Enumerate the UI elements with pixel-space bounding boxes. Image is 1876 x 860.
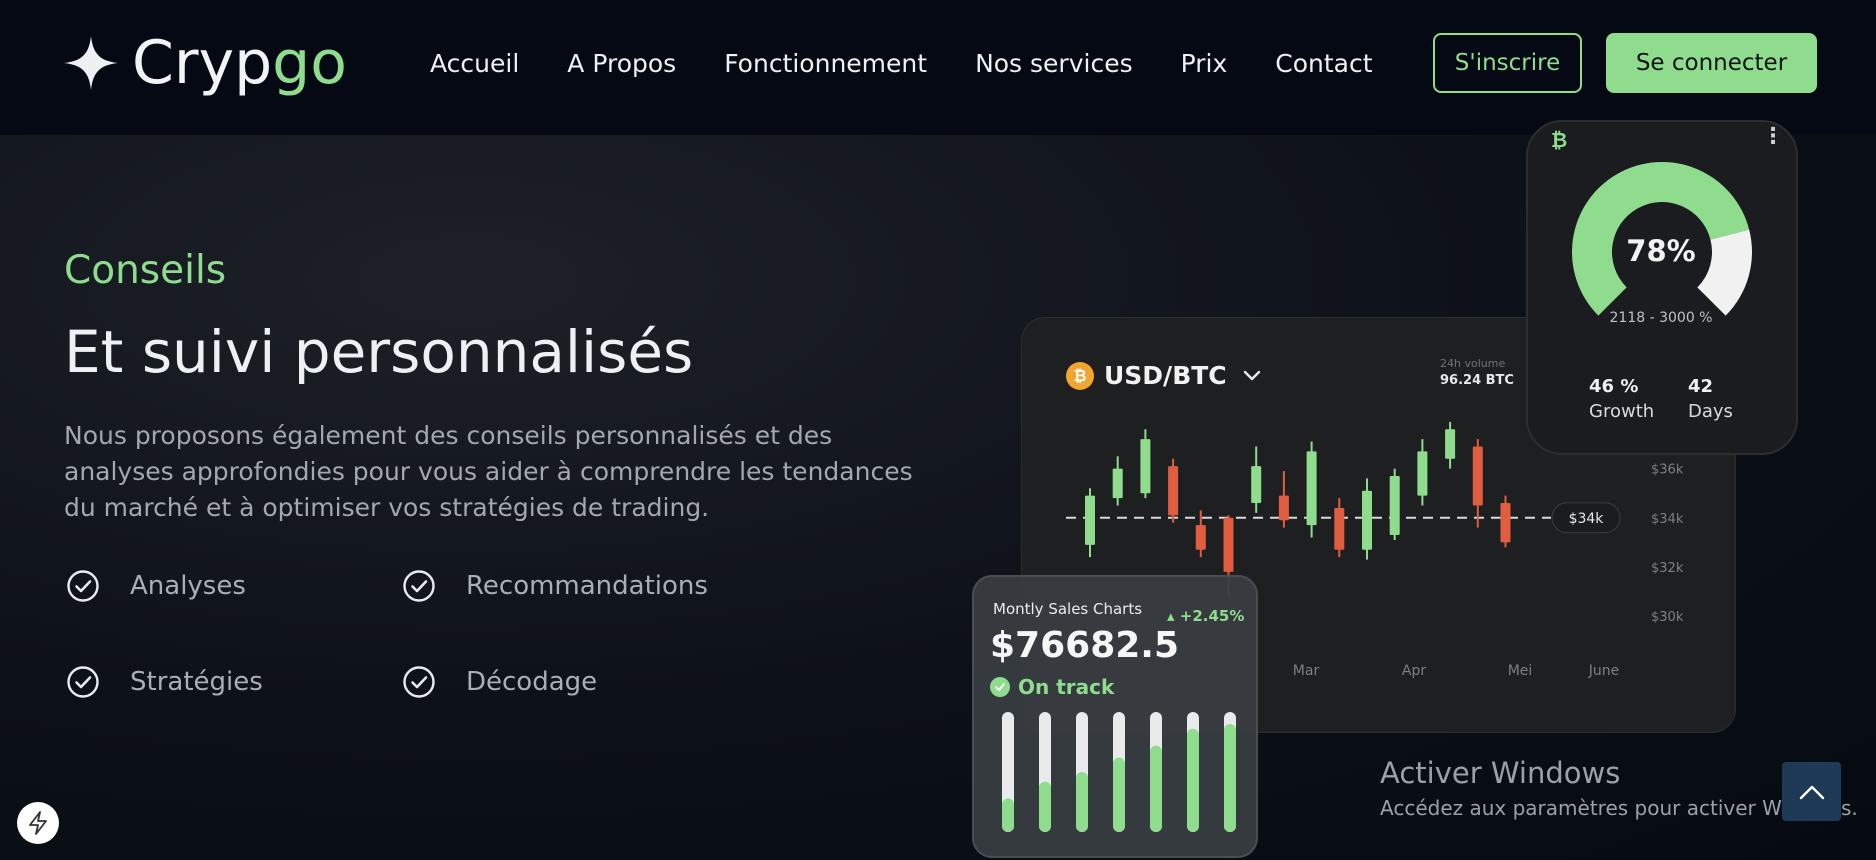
- nav-item-accueil[interactable]: Accueil: [430, 49, 519, 78]
- nav-item-fonctionnement[interactable]: Fonctionnement: [724, 49, 927, 78]
- pair-selector[interactable]: ₿ USD/BTC: [1066, 361, 1261, 390]
- feature-item: Analyses: [66, 569, 246, 603]
- feature-label: Analyses: [130, 571, 246, 601]
- volume-value: 96.24 BTC: [1440, 373, 1514, 388]
- growth-value: 46 %: [1589, 376, 1639, 397]
- candle-body: [1278, 495, 1289, 521]
- chevron-up-icon: [1799, 785, 1824, 799]
- sparkle-icon: [64, 36, 118, 90]
- feature-item: Recommandations: [402, 569, 708, 603]
- candle-body: [1251, 466, 1262, 504]
- candle-body: [1140, 439, 1151, 494]
- windows-activation-title: Activer Windows: [1380, 756, 1621, 790]
- chevron-down-icon: [1243, 370, 1260, 380]
- check-circle-icon: [403, 666, 435, 698]
- section-title: Et suivi personnalisés: [64, 318, 694, 386]
- candle-body: [1085, 495, 1095, 545]
- y-tick-label: $30k: [1651, 610, 1684, 625]
- x-tick-label: Apr: [1402, 663, 1426, 679]
- y-tick-label: $32k: [1651, 561, 1684, 576]
- brand-name-part2: go: [272, 28, 347, 98]
- candle-body: [1417, 451, 1428, 496]
- candle-body: [1168, 466, 1179, 516]
- days-label: Days: [1688, 401, 1733, 422]
- candle-body: [1195, 525, 1206, 550]
- check-circle-icon: [67, 570, 99, 602]
- nav-item-contact[interactable]: Contact: [1275, 49, 1372, 78]
- candle-body: [1334, 507, 1345, 550]
- sales-status-label: On track: [1018, 675, 1115, 699]
- section-eyebrow: Conseils: [64, 248, 227, 293]
- check-circle-icon: [67, 666, 99, 698]
- lightning-icon: [29, 811, 47, 835]
- candle-body: [1389, 475, 1400, 536]
- candle-body: [1472, 446, 1483, 506]
- days-value: 42: [1688, 376, 1714, 397]
- check-circle-icon: [403, 570, 435, 602]
- sales-bar-fill: [1076, 772, 1088, 832]
- pair-label: USD/BTC: [1104, 361, 1227, 390]
- sales-amount: $76682.5: [990, 625, 1180, 666]
- scroll-top-button[interactable]: [1782, 762, 1841, 821]
- x-tick-label: June: [1588, 663, 1620, 679]
- sales-bars: [1002, 712, 1236, 832]
- sales-bar-fill: [1224, 724, 1236, 832]
- brand-name-part1: Cryp: [132, 28, 273, 98]
- sales-title: Montly Sales Charts: [993, 600, 1143, 618]
- price-tag-label: $34k: [1569, 511, 1605, 527]
- sales-bar-fill: [1113, 757, 1125, 832]
- y-tick-label: $34k: [1651, 512, 1684, 527]
- sales-bar-fill: [1150, 745, 1162, 832]
- gauge-percent: 78%: [1626, 234, 1696, 268]
- x-tick-label: Mei: [1508, 663, 1533, 679]
- y-tick-label: $36k: [1651, 463, 1684, 478]
- nav-item-prix[interactable]: Prix: [1181, 49, 1228, 78]
- growth-label: Growth: [1589, 401, 1655, 422]
- gauge-range: 2118 - 3000 %: [1609, 310, 1713, 326]
- quick-action-button[interactable]: [17, 802, 59, 844]
- arrow-up-icon: ▴: [1167, 607, 1175, 625]
- more-options-icon[interactable]: ⋮: [1762, 124, 1784, 149]
- sales-bar-fill: [1002, 798, 1014, 832]
- feature-label: Recommandations: [466, 571, 708, 601]
- login-button[interactable]: Se connecter: [1606, 33, 1817, 93]
- signup-button[interactable]: S'inscrire: [1433, 33, 1582, 93]
- candle-body: [1223, 517, 1234, 572]
- sales-bar-fill: [1039, 781, 1051, 832]
- volume-label: 24h volume: [1440, 357, 1506, 370]
- sales-delta: ▴ +2.45%: [1167, 607, 1244, 625]
- sales-status: On track: [990, 675, 1114, 699]
- main-nav: Accueil A Propos Fonctionnement Nos serv…: [430, 0, 1373, 126]
- feature-item: Décodage: [402, 665, 597, 699]
- sales-bar-fill: [1187, 728, 1199, 832]
- brand-name: Crypgo: [132, 33, 347, 93]
- site-header: Crypgo Accueil A Propos Fonctionnement N…: [0, 0, 1876, 135]
- bitcoin-icon: ₿: [1066, 361, 1094, 390]
- x-tick-label: Mar: [1293, 663, 1320, 679]
- candle-body: [1445, 429, 1456, 459]
- feature-label: Stratégies: [130, 667, 263, 697]
- nav-item-nos-services[interactable]: Nos services: [975, 49, 1133, 78]
- candle-body: [1362, 490, 1372, 550]
- brand-logo[interactable]: Crypgo: [64, 30, 347, 96]
- check-circle-icon: [990, 677, 1010, 697]
- section-description: Nous proposons également des conseils pe…: [64, 421, 913, 522]
- sales-delta-value: +2.45%: [1179, 607, 1245, 625]
- candle-body: [1500, 503, 1511, 543]
- bitcoin-icon: ₿: [1551, 128, 1568, 152]
- candle-body: [1112, 468, 1123, 499]
- nav-item-a-propos[interactable]: A Propos: [567, 49, 676, 78]
- feature-label: Décodage: [466, 667, 598, 697]
- candle-body: [1306, 451, 1317, 526]
- feature-item: Stratégies: [66, 665, 263, 699]
